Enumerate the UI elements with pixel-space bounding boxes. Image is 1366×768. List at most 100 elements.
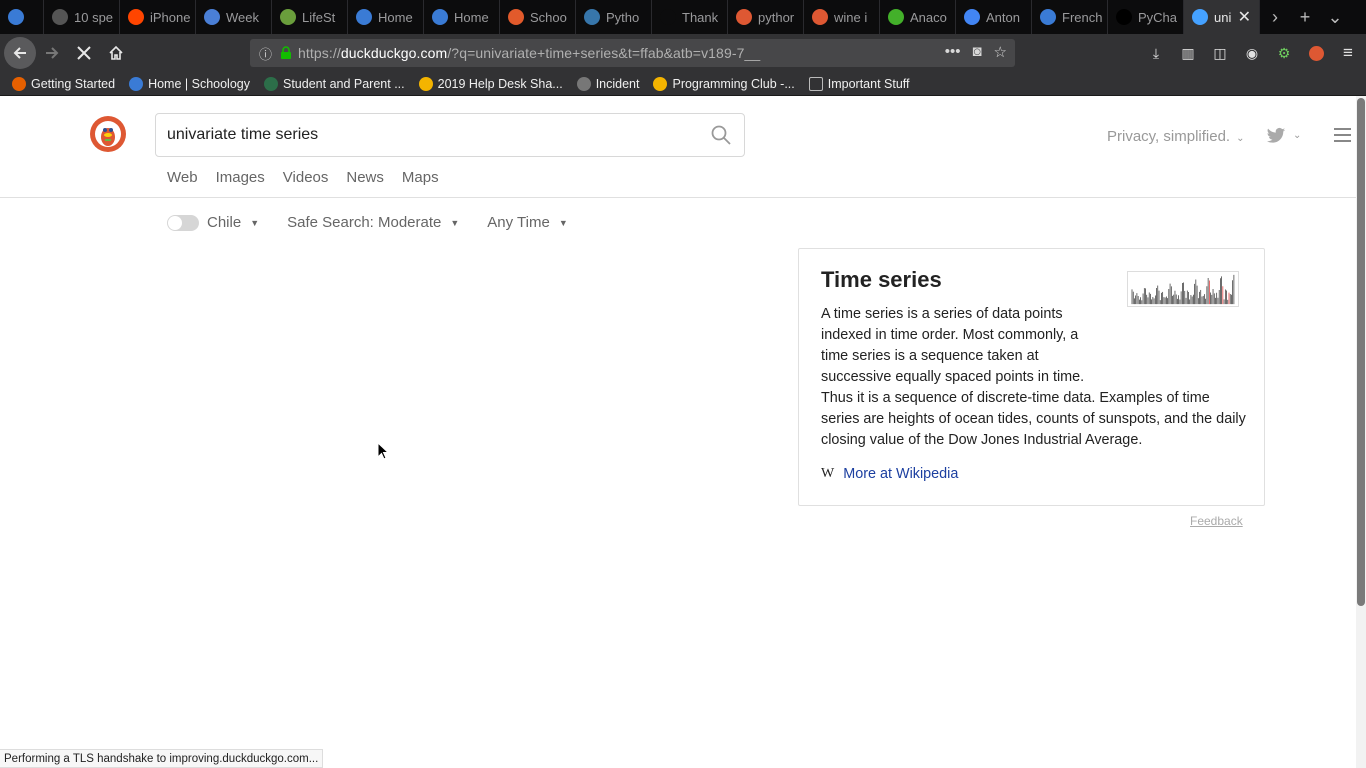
globe-icon (576, 76, 591, 91)
safe-search-filter[interactable]: Safe Search: Moderate ▼ (287, 214, 459, 231)
bookmark-item[interactable]: 2019 Help Desk Sha... (418, 76, 563, 91)
tab-web[interactable]: Web (167, 169, 198, 186)
search-input[interactable] (167, 114, 697, 156)
drive-icon (653, 76, 668, 91)
bookmark-label: Important Stuff (827, 76, 910, 91)
tab-label: Schoo (530, 9, 567, 25)
tab-maps[interactable]: Maps (402, 169, 439, 186)
schoology-icon (8, 9, 24, 25)
ddg-icon (736, 9, 752, 25)
info-icon[interactable]: ⓘ (259, 44, 272, 63)
region-toggle[interactable] (167, 214, 199, 231)
bookmark-label: 2019 Help Desk Sha... (437, 76, 563, 91)
bookmark-item[interactable]: Important Stuff (808, 76, 910, 91)
download-icon[interactable]: ⤓ (1144, 41, 1168, 65)
mouse-cursor-icon (377, 442, 389, 460)
tab-label: Anton (986, 9, 1020, 25)
scrollbar-thumb[interactable] (1357, 98, 1365, 606)
vpn-extension-icon[interactable]: ⚙ (1272, 41, 1296, 65)
time-filter[interactable]: Any Time ▼ (487, 214, 567, 231)
browser-tab[interactable]: LifeSt (272, 0, 348, 34)
tab-label: Thank (682, 9, 719, 25)
bookmark-item[interactable]: Incident (576, 76, 639, 91)
bookmark-item[interactable]: Student and Parent ... (264, 76, 405, 91)
folder-icon (808, 76, 823, 91)
pocket-icon[interactable]: ◙ (972, 43, 981, 61)
duck-icon (91, 117, 125, 151)
tab-list-icon[interactable]: ⌄ (1320, 0, 1350, 34)
lock-icon (281, 46, 292, 59)
tab-images[interactable]: Images (216, 169, 265, 186)
bookmark-star-icon[interactable]: ☆ (994, 43, 1007, 61)
tab-news[interactable]: News (346, 169, 384, 186)
url-action-icons: ••• ◙ ☆ (945, 43, 1007, 61)
browser-tab[interactable]: Pytho (576, 0, 652, 34)
abstract-first: A time series is a series of data points… (821, 306, 1085, 385)
library-icon[interactable]: ▥ (1176, 41, 1200, 65)
menu-icon[interactable]: ≡ (1336, 41, 1360, 65)
twitter-icon[interactable] (1266, 126, 1286, 146)
p-icon (264, 76, 278, 91)
browser-tab[interactable] (0, 0, 44, 34)
page-actions-icon[interactable]: ••• (945, 43, 961, 61)
browser-tab[interactable]: 10 spe (44, 0, 120, 34)
browser-tab[interactable]: PyCha (1108, 0, 1184, 34)
pycharm-icon (1116, 9, 1132, 25)
wikipedia-link[interactable]: W More at Wikipedia (821, 466, 958, 482)
url-bar[interactable]: ⓘ https://duckduckgo.com/?q=univariate+t… (250, 39, 1015, 67)
browser-tab[interactable]: iPhone (120, 0, 196, 34)
privacy-label: Privacy, simplified. (1107, 128, 1231, 145)
new-tab-icon[interactable]: + (1290, 0, 1320, 34)
browser-tab[interactable]: wine i (804, 0, 880, 34)
python-icon (584, 9, 600, 25)
region-filter[interactable]: Chile ▼ (167, 214, 259, 231)
panel-thumbnail[interactable] (1127, 271, 1239, 307)
home-icon (109, 45, 123, 60)
bookmark-label: Getting Started (31, 76, 116, 91)
tab-label: PyCha (1138, 9, 1178, 25)
anaconda-icon (888, 9, 904, 25)
search-filters: Chile ▼ Safe Search: Moderate ▼ Any Time… (167, 214, 596, 231)
tab-label: French (1062, 9, 1103, 25)
browser-tab[interactable]: Thank (652, 0, 728, 34)
ddg-extension-icon[interactable] (1304, 41, 1328, 65)
forward-button[interactable] (36, 37, 68, 69)
account-icon[interactable]: ◉ (1240, 41, 1264, 65)
browser-tab[interactable]: Week (196, 0, 272, 34)
knowledge-panel: Time series A time series is a series of… (798, 248, 1265, 506)
browser-tab[interactable]: Home (424, 0, 500, 34)
privacy-dropdown[interactable]: Privacy, simplified. ⌄ (1107, 128, 1244, 145)
browser-tab[interactable]: uni ✕ (1184, 0, 1260, 34)
browser-tab[interactable]: French (1032, 0, 1108, 34)
browser-tab[interactable]: Anaco (880, 0, 956, 34)
bookmark-label: Home | Schoology (148, 76, 250, 91)
firefox-icon (12, 76, 26, 91)
browser-tab[interactable]: Home (348, 0, 424, 34)
duckduckgo-logo[interactable] (90, 116, 126, 152)
chevron-down-icon[interactable]: ⌄ (1293, 130, 1301, 141)
tab-scroll-right-icon[interactable]: › (1260, 0, 1290, 34)
tab-videos[interactable]: Videos (283, 169, 329, 186)
sidebar-icon[interactable]: ◫ (1208, 41, 1232, 65)
feedback-link[interactable]: Feedback (1190, 514, 1243, 528)
browser-tab[interactable]: Schoo (500, 0, 576, 34)
hamburger-menu-icon[interactable] (1334, 128, 1351, 142)
stop-button[interactable] (68, 37, 100, 69)
docs-icon (964, 9, 980, 25)
bookmark-item[interactable]: Home | Schoology (129, 76, 250, 91)
tab-label: pythor (758, 9, 795, 25)
search-icon[interactable] (711, 125, 731, 145)
loading-icon (508, 9, 524, 25)
close-tab-icon[interactable]: ✕ (1238, 7, 1251, 27)
bookmark-item[interactable]: Programming Club -... (653, 76, 795, 91)
bookmark-item[interactable]: Getting Started (12, 76, 116, 91)
search-tabs: Web Images Videos News Maps (167, 169, 439, 186)
browser-tab[interactable]: Anton (956, 0, 1032, 34)
page-scrollbar[interactable] (1356, 96, 1366, 768)
time-label: Any Time (487, 214, 550, 231)
home-button[interactable] (100, 37, 132, 69)
schoology-icon (356, 9, 372, 25)
browser-tab[interactable]: pythor (728, 0, 804, 34)
back-button[interactable] (4, 37, 36, 69)
schoology-icon (129, 76, 144, 91)
